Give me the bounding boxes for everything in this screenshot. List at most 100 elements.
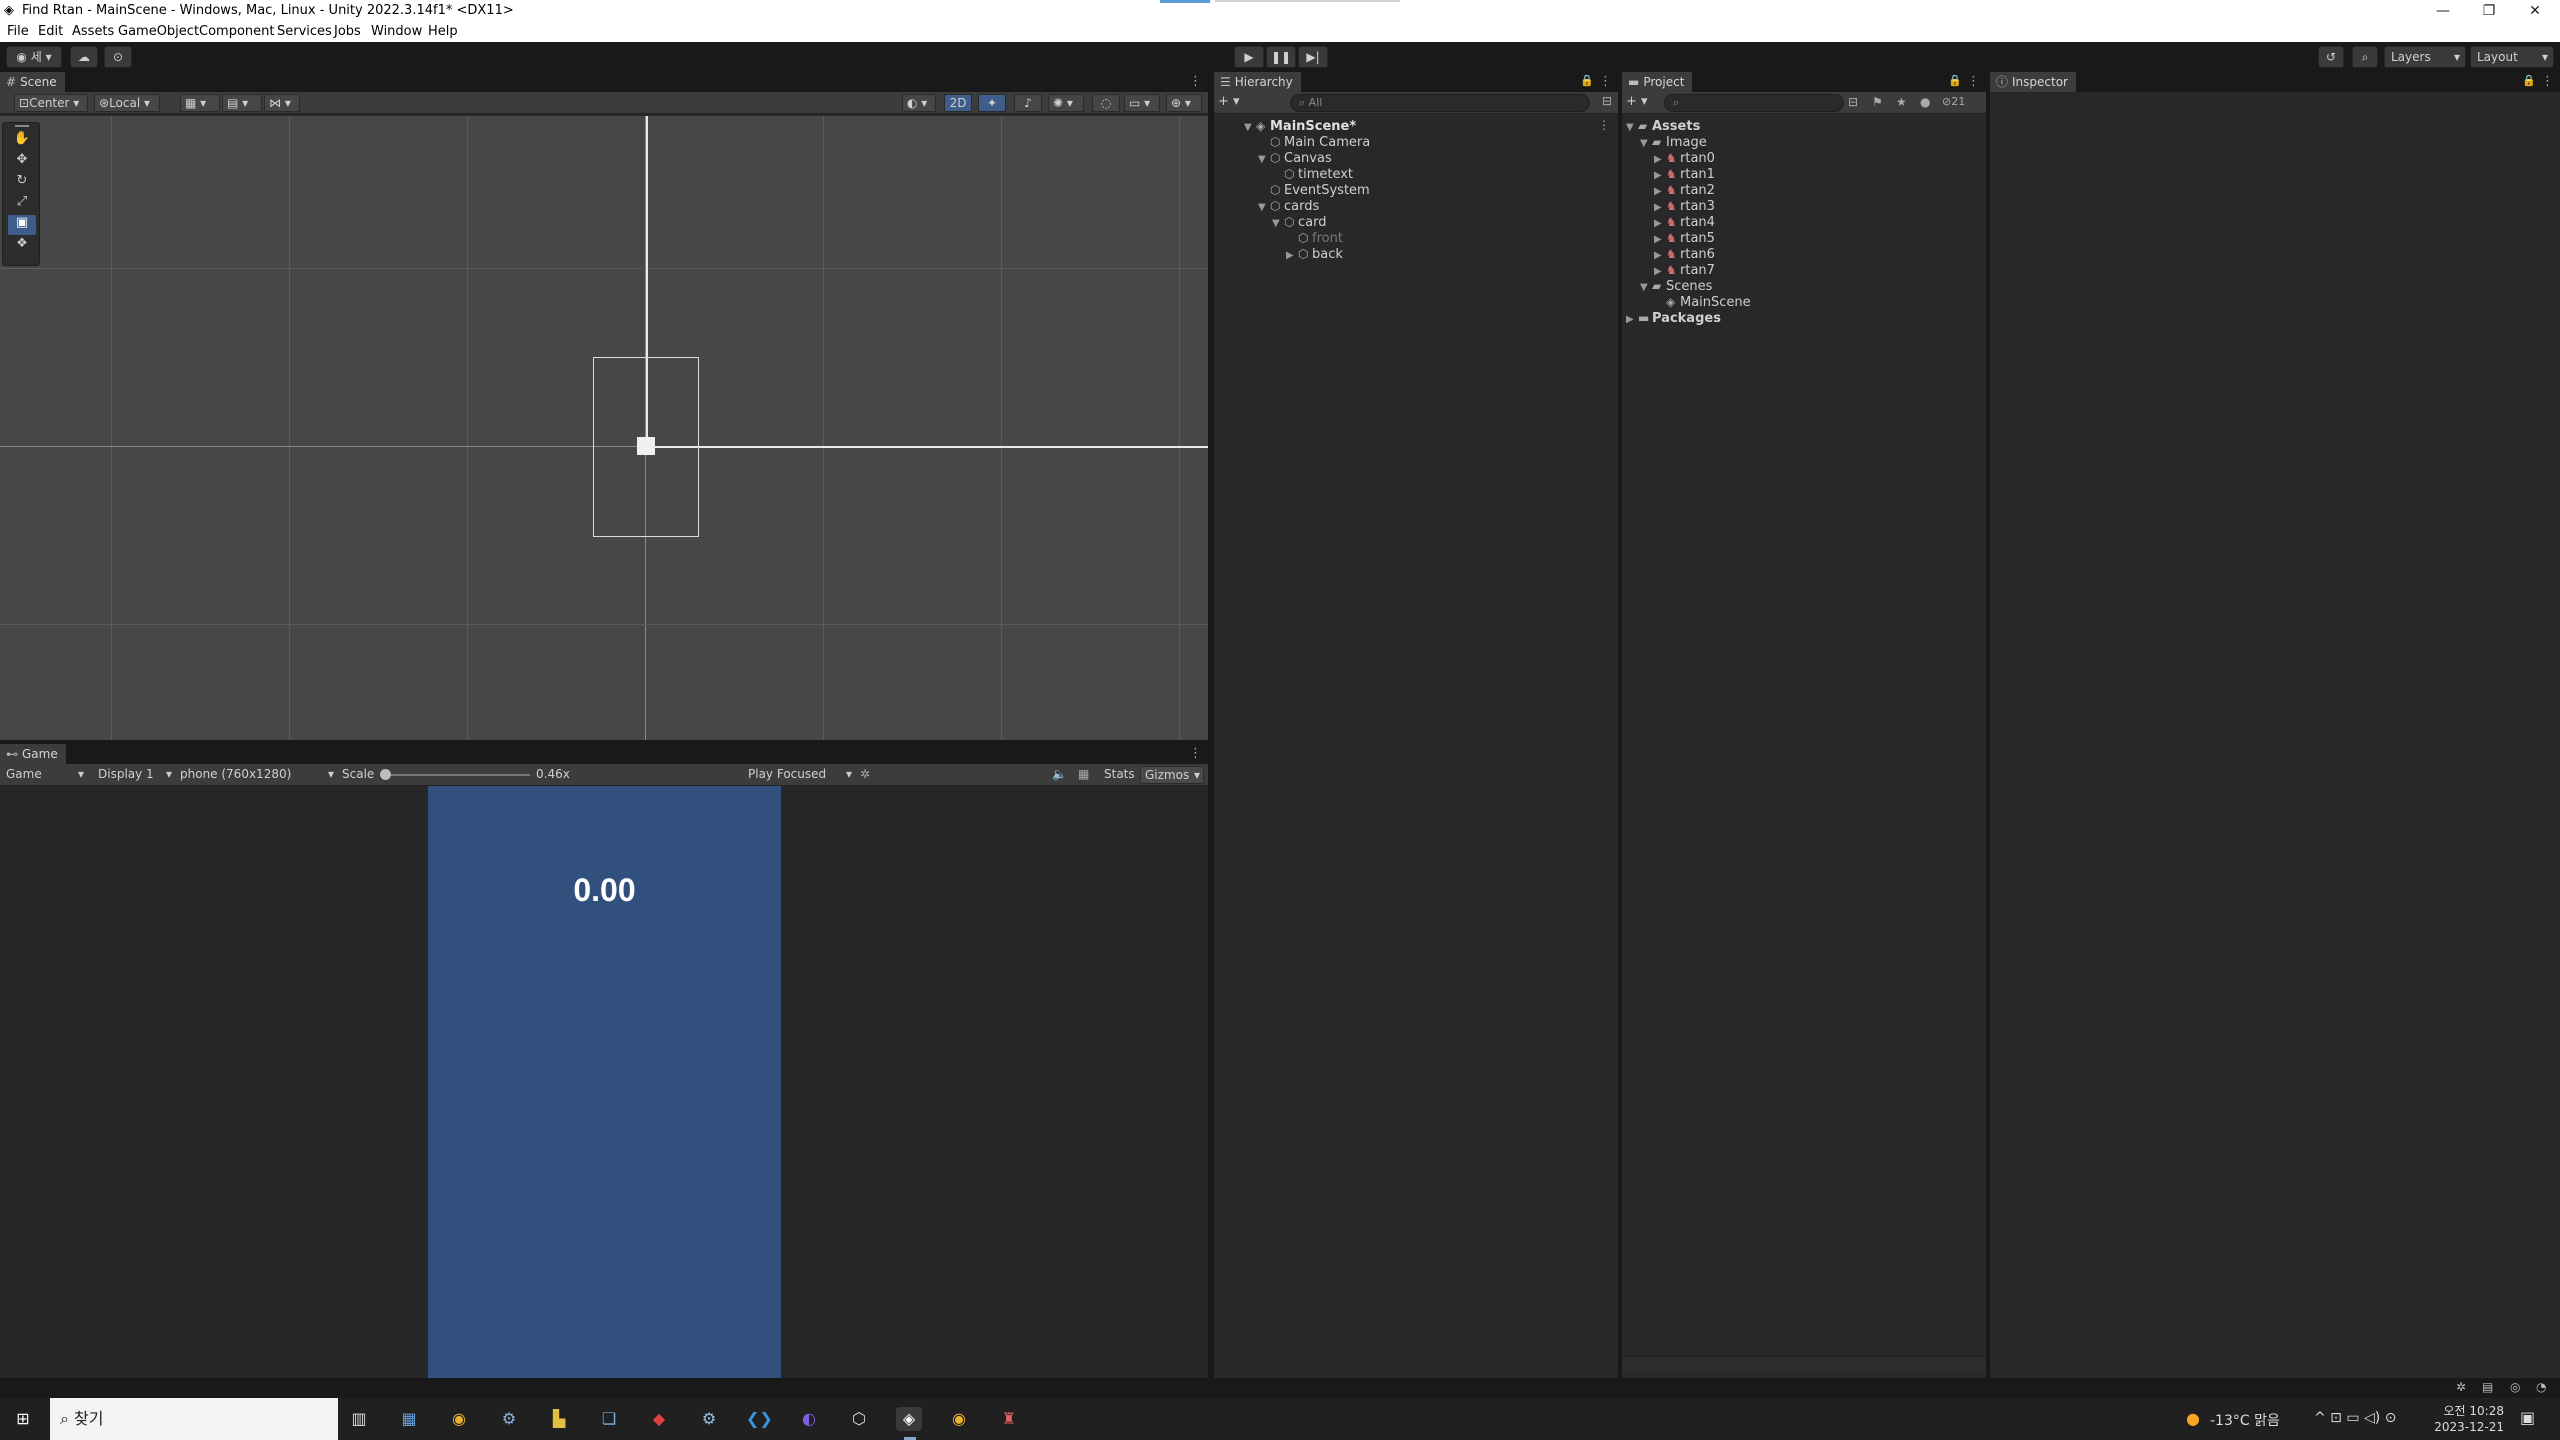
menu-component[interactable]: Component bbox=[199, 24, 274, 39]
pause-button[interactable]: ❚❚ bbox=[1266, 46, 1296, 68]
kebab-menu-icon[interactable]: ⋮ bbox=[1967, 74, 1980, 89]
tree-item-mainscene[interactable]: ▼ ◈ MainScene* bbox=[1244, 118, 1356, 134]
play-button[interactable]: ▶ bbox=[1234, 46, 1264, 68]
hierarchy-search-input[interactable]: ⌕ All bbox=[1290, 94, 1590, 112]
2d-toggle[interactable]: 2D bbox=[944, 94, 972, 112]
menu-assets[interactable]: Assets bbox=[72, 24, 114, 39]
rotate-tool-icon[interactable]: ↻ bbox=[8, 173, 36, 193]
play-mode-dropdown[interactable]: Play Focused ▾ bbox=[744, 766, 854, 784]
kebab-menu-icon[interactable]: ⋮ bbox=[2541, 74, 2554, 89]
tree-item-rtan2[interactable]: ▶ ♞ rtan2 bbox=[1654, 182, 1715, 198]
kebab-menu-icon[interactable]: ⋮ bbox=[1189, 746, 1202, 761]
tree-item-main-camera[interactable]: ⬡ Main Camera bbox=[1270, 134, 1370, 150]
lighting-toggle[interactable]: ✦ bbox=[978, 94, 1006, 112]
rect-tool-icon[interactable]: ▣ bbox=[8, 215, 36, 235]
view-dropdown[interactable]: Game ▾ bbox=[2, 766, 86, 784]
hidden-packages-toggle[interactable]: ⊘21 bbox=[1942, 95, 1965, 108]
notes-icon[interactable]: ❏ bbox=[596, 1407, 622, 1431]
grid-visibility-button[interactable]: ▤ ▾ bbox=[222, 94, 262, 112]
steam-icon[interactable]: ⚙ bbox=[496, 1407, 522, 1431]
tree-item-rtan5[interactable]: ▶ ♞ rtan5 bbox=[1654, 230, 1715, 246]
camera-settings-button[interactable]: ▭ ▾ bbox=[1124, 94, 1160, 112]
cloud-button[interactable]: ☁ bbox=[70, 46, 98, 68]
effects-button[interactable]: ✺ ▾ bbox=[1048, 94, 1084, 112]
weather-text[interactable]: -13°C 맑음 bbox=[2210, 1410, 2280, 1430]
tree-item-card[interactable]: ▼ ⬡ card bbox=[1272, 214, 1326, 230]
draw-mode-button[interactable]: ◐ ▾ bbox=[902, 94, 936, 112]
app-red-icon[interactable]: ◆ bbox=[646, 1407, 672, 1431]
scene-kebab-icon[interactable]: ⋮ bbox=[1598, 118, 1610, 132]
notification-icon[interactable]: ▣ bbox=[2520, 1408, 2535, 1427]
hand-tool-icon[interactable]: ✋ bbox=[8, 131, 36, 151]
tree-item-eventsystem[interactable]: ⬡ EventSystem bbox=[1270, 182, 1370, 198]
tree-item-cards[interactable]: ▼ ⬡ cards bbox=[1258, 198, 1319, 214]
selected-card-handle[interactable] bbox=[637, 437, 655, 455]
tab-inspector[interactable]: ⓘ Inspector bbox=[1990, 72, 2076, 92]
menu-help[interactable]: Help bbox=[428, 24, 458, 39]
create-add-button[interactable]: + ▾ bbox=[1626, 94, 1648, 109]
tree-item-rtan7[interactable]: ▶ ♞ rtan7 bbox=[1654, 262, 1715, 278]
resolution-dropdown[interactable]: phone (760x1280) ▾ bbox=[176, 766, 336, 784]
unity-hub-icon[interactable]: ⬡ bbox=[846, 1407, 872, 1431]
mute-audio-icon[interactable]: 🔈 bbox=[1052, 767, 1067, 781]
account-button[interactable]: ◉ 세 ▾ bbox=[6, 46, 62, 68]
tree-item-mainscene-asset[interactable]: ◈ MainScene bbox=[1666, 294, 1751, 310]
tray-icons[interactable]: ^ ⊡ ▭ ◁) ⊙ bbox=[2314, 1410, 2396, 1426]
hidden-objects-toggle[interactable]: ◌ bbox=[1092, 94, 1120, 112]
collab-button[interactable]: ⊙ bbox=[104, 46, 132, 68]
tree-item-canvas[interactable]: ▼ ⬡ Canvas bbox=[1258, 150, 1332, 166]
weather-icon[interactable]: ● bbox=[2186, 1409, 2200, 1428]
search-type-icon[interactable]: ⊟ bbox=[1602, 94, 1612, 108]
create-add-button[interactable]: + ▾ bbox=[1218, 94, 1240, 109]
clock-date[interactable]: 2023-12-21 bbox=[2420, 1420, 2504, 1434]
scale-tool-icon[interactable]: ⤢ bbox=[8, 194, 36, 214]
lock-icon[interactable]: 🔒 bbox=[2522, 74, 2536, 87]
menu-edit[interactable]: Edit bbox=[38, 24, 63, 39]
step-button[interactable]: ▶| bbox=[1298, 46, 1328, 68]
kebab-menu-icon[interactable]: ⋮ bbox=[1599, 74, 1612, 89]
tree-item-assets[interactable]: ▼ ▰ Assets bbox=[1626, 118, 1700, 134]
tree-item-packages[interactable]: ▶ ▬ Packages bbox=[1626, 310, 1721, 326]
gizmos-dropdown[interactable]: Gizmos ▾ bbox=[1140, 766, 1204, 784]
project-search-input[interactable]: ⌕ bbox=[1664, 94, 1844, 112]
console-icon[interactable]: ▤ bbox=[2482, 1380, 2493, 1394]
stats-button[interactable]: Stats bbox=[1104, 767, 1135, 781]
steam-alt-icon[interactable]: ⚙ bbox=[696, 1407, 722, 1431]
unity-editor-icon[interactable]: ◈ bbox=[896, 1407, 922, 1431]
tree-item-rtan0[interactable]: ▶ ♞ rtan0 bbox=[1654, 150, 1715, 166]
search-by-label-icon[interactable]: ⚑ bbox=[1872, 95, 1883, 109]
transform-tool-icon[interactable]: ❖ bbox=[8, 236, 36, 256]
gizmos-toggle[interactable]: ⊕ ▾ bbox=[1166, 94, 1202, 112]
game-viewport[interactable]: 0.00 bbox=[0, 786, 1208, 1378]
menu-file[interactable]: File bbox=[7, 24, 29, 39]
vscode-icon[interactable]: ❮❯ bbox=[746, 1407, 773, 1431]
close-button[interactable]: ✕ bbox=[2512, 0, 2558, 22]
app-figure-icon[interactable]: ♜ bbox=[996, 1407, 1022, 1431]
frame-debugger-icon[interactable]: ✲ bbox=[860, 767, 870, 781]
app-icon[interactable]: ▙ bbox=[546, 1407, 572, 1431]
task-view-icon[interactable]: ▥ bbox=[346, 1407, 372, 1431]
taskbar-search-input[interactable]: ⌕ 찾기 bbox=[50, 1398, 338, 1440]
tab-hierarchy[interactable]: ☰ Hierarchy bbox=[1214, 72, 1301, 92]
increment-snap-button[interactable]: ⋈ ▾ bbox=[264, 94, 300, 112]
history-button[interactable]: ↺ bbox=[2318, 46, 2344, 68]
info-icon[interactable]: ● bbox=[1920, 95, 1930, 109]
calculator-icon[interactable]: ▦ bbox=[396, 1407, 422, 1431]
menu-jobs[interactable]: Jobs bbox=[334, 24, 361, 39]
tab-scene[interactable]: # Scene bbox=[0, 72, 65, 92]
bug-icon[interactable]: ✲ bbox=[2456, 1380, 2466, 1394]
tree-item-scenes[interactable]: ▼ ▰ Scenes bbox=[1640, 278, 1712, 294]
chrome-alt-icon[interactable]: ◉ bbox=[946, 1407, 972, 1431]
tree-item-rtan4[interactable]: ▶ ♞ rtan4 bbox=[1654, 214, 1715, 230]
chrome-icon[interactable]: ◉ bbox=[446, 1407, 472, 1431]
pivot-dropdown[interactable]: ⊡Center ▾ bbox=[14, 94, 88, 112]
shortcuts-icon[interactable]: ▦ bbox=[1078, 767, 1089, 781]
audio-toggle[interactable]: ♪ bbox=[1014, 94, 1042, 112]
restore-button[interactable]: ❐ bbox=[2466, 0, 2512, 22]
tree-item-rtan6[interactable]: ▶ ♞ rtan6 bbox=[1654, 246, 1715, 262]
favorite-icon[interactable]: ★ bbox=[1896, 95, 1907, 109]
tree-item-back[interactable]: ▶ ⬡ back bbox=[1286, 246, 1343, 262]
search-button[interactable]: ⌕ bbox=[2352, 46, 2378, 68]
search-by-type-icon[interactable]: ⊟ bbox=[1848, 95, 1858, 109]
tree-item-timetext[interactable]: ⬡ timetext bbox=[1284, 166, 1353, 182]
